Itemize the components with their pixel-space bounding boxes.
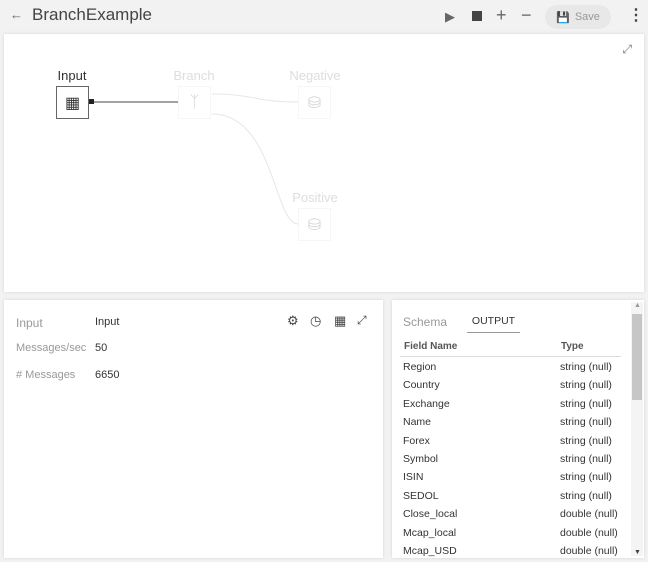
scrollbar[interactable]: ▲ ▼ [631, 302, 643, 556]
page-title: BranchExample [32, 5, 153, 24]
detail-label: Messages/sec [16, 342, 87, 354]
field-type: string (null) [560, 416, 612, 429]
field-type: string (null) [560, 397, 612, 410]
field-type: string (null) [560, 453, 612, 465]
field-type: double (null) [560, 545, 618, 557]
node-positive[interactable]: ⛁ [298, 208, 331, 241]
database-icon: ⛁ [307, 94, 322, 112]
save-icon: 💾 [556, 11, 570, 24]
edge-branch-positive [211, 113, 299, 225]
detail-value: Input [95, 316, 120, 328]
detail-label: Input [16, 316, 43, 330]
zoom-out-icon[interactable]: − [521, 5, 532, 26]
schema-row: Exchange string (null) [403, 398, 621, 410]
field-name: Name [403, 416, 432, 429]
schema-row: Region string (null) [403, 361, 621, 373]
schema-row: Mcap_USD double (null) [403, 545, 621, 557]
schema-row: Close_local double (null) [403, 508, 621, 520]
pipeline-canvas[interactable]: ⤢ Input ▦ Branch ᛉ Negative ⛁ Positive ⛁ [4, 34, 644, 292]
detail-value: 6650 [95, 369, 120, 381]
branch-icon: ᛉ [189, 93, 200, 111]
node-negative[interactable]: ⛁ [298, 86, 331, 119]
field-name: Mcap_USD [403, 545, 457, 557]
field-name: Exchange [403, 397, 450, 410]
node-details-panel: ⚙ ◷ ▦ ⤢ Input Input Messages/sec 50 # Me… [4, 300, 383, 558]
field-name: Country [403, 379, 440, 392]
schema-row: ISIN string (null) [403, 471, 621, 483]
tab-output[interactable]: OUTPUT [467, 315, 520, 333]
node-label-positive: Positive [292, 190, 338, 205]
schema-row: Mcap_local double (null) [403, 527, 621, 539]
field-type: string (null) [560, 361, 612, 373]
play-icon[interactable]: ▶ [445, 9, 455, 25]
field-name: Mcap_local [403, 526, 457, 539]
input-icon: ▦ [64, 94, 81, 112]
field-name: Region [403, 361, 437, 373]
column-header-type: Type [561, 341, 584, 352]
scrollbar-thumb[interactable] [632, 314, 642, 400]
table-icon[interactable]: ▦ [334, 313, 346, 329]
schema-row: Symbol string (null) [403, 453, 621, 465]
scroll-up-icon[interactable]: ▲ [634, 302, 641, 309]
node-label-negative: Negative [289, 68, 341, 83]
field-type: string (null) [560, 471, 612, 484]
node-label-branch: Branch [173, 68, 215, 83]
header-divider [400, 356, 621, 357]
column-header-field-name: Field Name [404, 341, 458, 352]
node-branch[interactable]: ᛉ [178, 86, 211, 119]
node-input[interactable]: ▦ [56, 86, 89, 119]
field-name: Close_local [403, 508, 458, 521]
field-type: double (null) [560, 508, 618, 521]
settings-icon[interactable]: ⚙ [287, 313, 299, 329]
field-name: ISIN [403, 471, 424, 484]
stop-icon[interactable] [472, 11, 482, 21]
more-menu-icon[interactable]: ⋮ [628, 5, 644, 25]
field-type: string (null) [560, 489, 612, 502]
tab-schema[interactable]: Schema [403, 315, 447, 329]
schema-row: Name string (null) [403, 416, 621, 428]
field-name: SEDOL [403, 489, 439, 502]
schema-row: SEDOL string (null) [403, 490, 621, 502]
detail-value: 50 [95, 342, 108, 354]
field-type: string (null) [560, 434, 612, 447]
zoom-in-icon[interactable]: + [496, 5, 507, 26]
edge-branch-negative [211, 93, 299, 103]
detail-label: # Messages [16, 369, 76, 381]
clock-icon[interactable]: ◷ [310, 313, 321, 329]
expand-icon[interactable]: ⤢ [357, 313, 367, 328]
field-type: string (null) [560, 379, 612, 392]
schema-row: Forex string (null) [403, 435, 621, 447]
back-arrow-icon[interactable]: ← [10, 7, 23, 22]
save-button[interactable]: 💾 Save [545, 5, 611, 29]
field-name: Symbol [403, 453, 439, 465]
node-label-input: Input [57, 68, 87, 83]
database-icon: ⛁ [307, 216, 322, 234]
field-type: double (null) [560, 526, 618, 539]
field-name: Forex [403, 434, 430, 447]
schema-row: Country string (null) [403, 379, 621, 391]
scroll-down-icon[interactable]: ▼ [634, 549, 641, 556]
